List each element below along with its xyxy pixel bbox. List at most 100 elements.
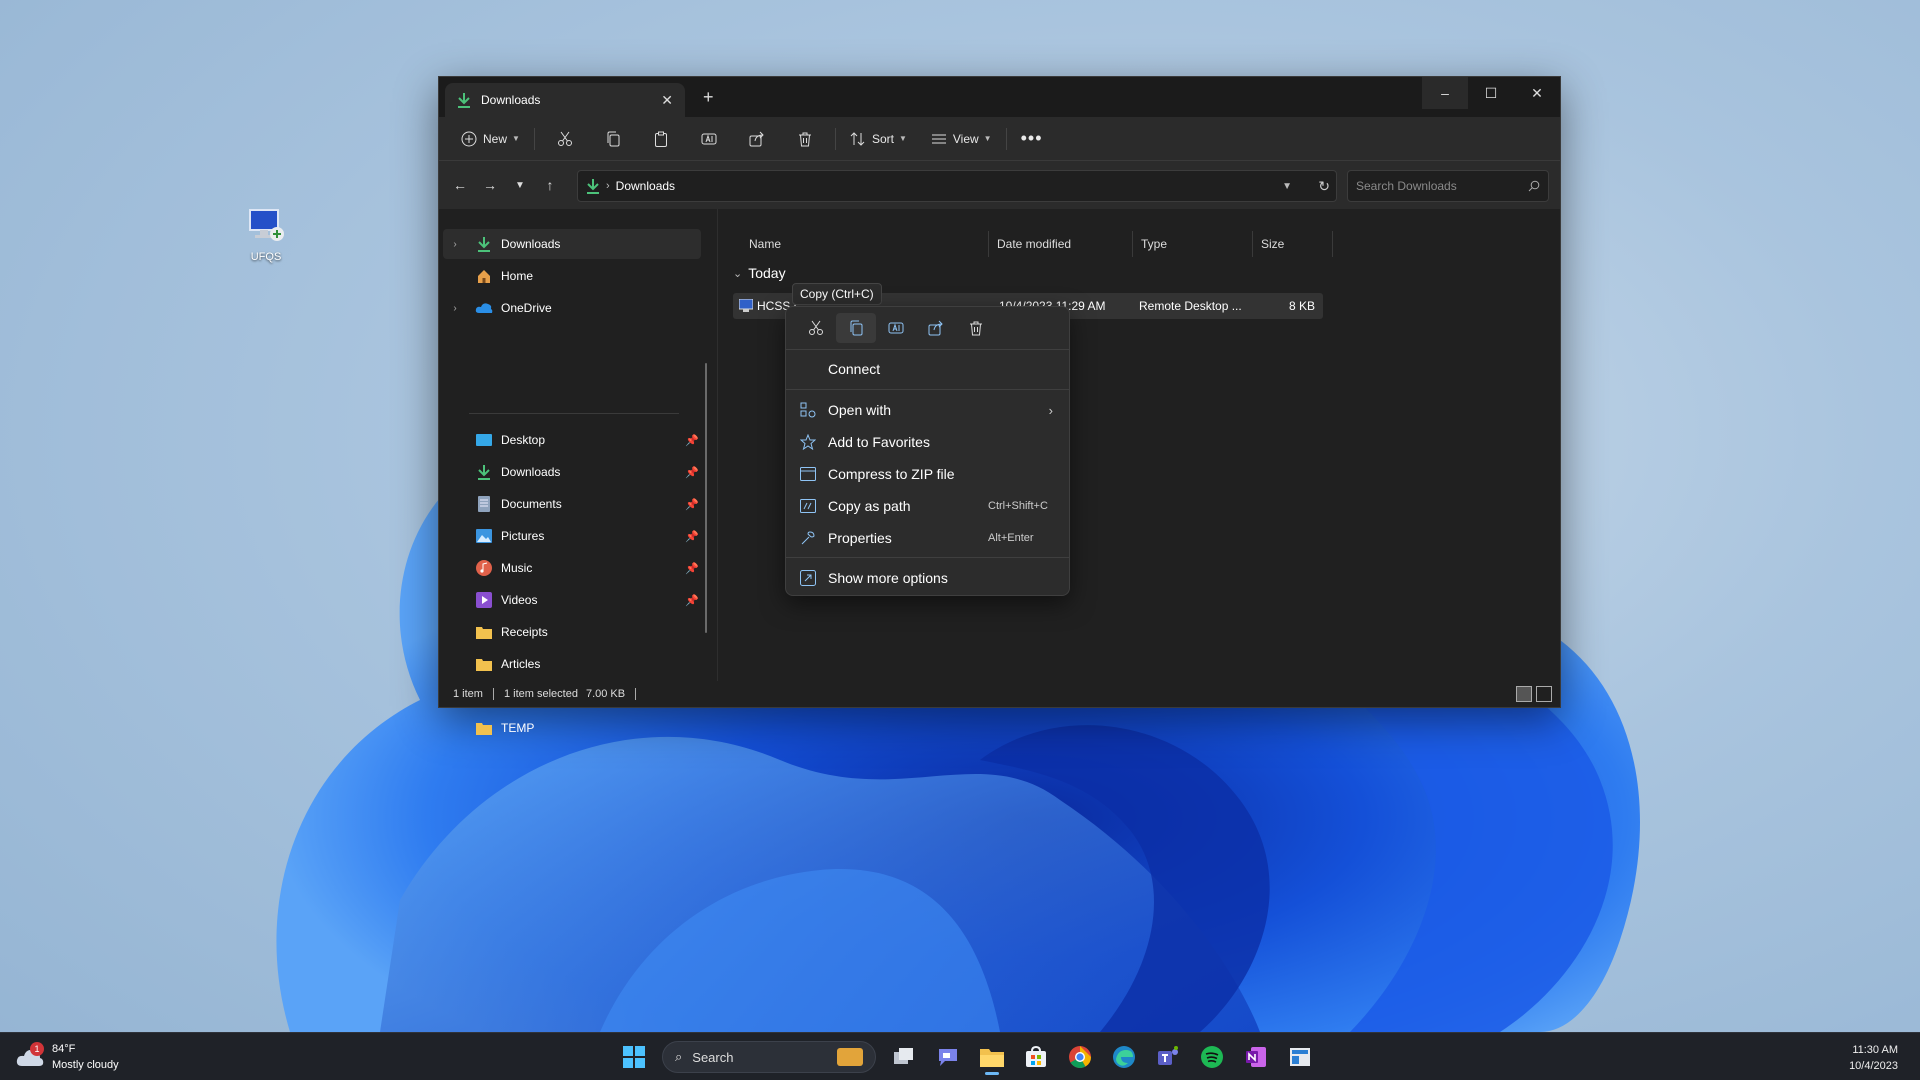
close-tab-icon[interactable]: ✕ [661, 92, 673, 109]
close-button[interactable]: ✕ [1514, 77, 1560, 109]
nav-item-home[interactable]: Home [443, 261, 701, 291]
chat-icon[interactable] [928, 1037, 968, 1077]
refresh-icon[interactable]: ↻ [1318, 178, 1330, 195]
selection-info: 1 item selected [503, 688, 578, 700]
pin-icon[interactable]: 📌 [685, 498, 699, 511]
ctx-properties[interactable]: Properties Alt+Enter [786, 523, 1069, 553]
ctx-open-with[interactable]: Open with › [786, 395, 1069, 425]
ctx-copy-button[interactable] [836, 313, 876, 343]
app-icon[interactable] [1280, 1037, 1320, 1077]
system-clock[interactable]: 11:30 AM 10/4/2023 [1849, 1042, 1898, 1074]
task-view-icon[interactable] [884, 1037, 924, 1077]
onenote-icon[interactable] [1236, 1037, 1276, 1077]
remote-desktop-icon [249, 209, 284, 241]
rename-icon [888, 322, 904, 334]
search-icon: ⌕ [675, 1049, 683, 1064]
ctx-cut-button[interactable] [796, 313, 836, 343]
column-header-date[interactable]: Date modified [989, 231, 1133, 257]
column-header-type[interactable]: Type [1133, 231, 1253, 257]
tiles-view-button[interactable] [1536, 686, 1552, 702]
breadcrumb-downloads[interactable]: Downloads [616, 179, 675, 193]
pin-icon[interactable]: 📌 [685, 530, 699, 543]
ctx-delete-button[interactable] [956, 313, 996, 343]
delete-button[interactable] [781, 123, 829, 155]
pin-icon[interactable]: 📌 [685, 466, 699, 479]
pin-icon[interactable]: 📌 [685, 594, 699, 607]
nav-item-videos[interactable]: Videos 📌 [443, 585, 701, 615]
tab-downloads[interactable]: Downloads ✕ [445, 83, 685, 117]
music-icon [475, 559, 493, 577]
nav-item-receipts[interactable]: Receipts [443, 617, 701, 647]
nav-item-desktop[interactable]: Desktop 📌 [443, 425, 701, 455]
view-button[interactable]: View ▼ [923, 123, 1000, 155]
view-toggles [1516, 686, 1552, 702]
nav-item-articles[interactable]: Articles [443, 649, 701, 679]
group-header-today[interactable]: ⌄ Today [733, 265, 786, 281]
chevron-right-icon: › [1048, 402, 1053, 418]
back-button[interactable]: ← [445, 170, 475, 200]
clock-date: 10/4/2023 [1849, 1060, 1898, 1072]
nav-item-documents[interactable]: Documents 📌 [443, 489, 701, 519]
search-input[interactable] [1356, 179, 1528, 193]
nav-item-downloads-pinned[interactable]: Downloads 📌 [443, 457, 701, 487]
ctx-connect[interactable]: Connect [786, 354, 1069, 384]
ctx-show-more-options[interactable]: Show more options [786, 563, 1069, 593]
copy-button[interactable] [589, 123, 637, 155]
file-explorer-icon[interactable] [972, 1037, 1012, 1077]
onedrive-cloud-icon [475, 299, 493, 317]
paste-button[interactable] [637, 123, 685, 155]
new-tab-button[interactable]: + [703, 87, 714, 108]
documents-icon [475, 495, 493, 513]
more-options-button[interactable]: ••• [1013, 123, 1051, 155]
context-menu: Connect Open with › Add to Favorites Com… [785, 306, 1070, 596]
maximize-button[interactable]: ☐ [1468, 77, 1514, 109]
ctx-share-button[interactable] [916, 313, 956, 343]
recent-locations-button[interactable]: ▼ [505, 170, 535, 200]
store-icon[interactable] [1016, 1037, 1056, 1077]
rename-button[interactable] [685, 123, 733, 155]
details-view-button[interactable] [1516, 686, 1532, 702]
spotify-icon[interactable] [1192, 1037, 1232, 1077]
search-box[interactable] [1347, 170, 1549, 202]
new-button[interactable]: New ▼ [453, 123, 528, 155]
nav-scrollbar[interactable] [705, 363, 707, 633]
ctx-divider [786, 557, 1069, 558]
start-icon[interactable] [614, 1037, 654, 1077]
weather-widget[interactable]: 1 84°F Mostly cloudy [16, 1041, 119, 1073]
minimize-button[interactable]: – [1422, 77, 1468, 109]
expand-icon[interactable]: › [443, 303, 467, 314]
cut-button[interactable] [541, 123, 589, 155]
ctx-rename-button[interactable] [876, 313, 916, 343]
forward-button[interactable]: → [475, 170, 505, 200]
sort-button[interactable]: Sort ▼ [842, 123, 915, 155]
address-dropdown-icon[interactable]: ▼ [1282, 181, 1292, 192]
expand-icon[interactable]: › [443, 239, 467, 250]
ctx-copy-as-path[interactable]: Copy as path Ctrl+Shift+C [786, 491, 1069, 521]
address-bar[interactable]: › Downloads ▼ ↻ [577, 170, 1337, 202]
plus-circle-icon [461, 131, 477, 146]
shortcut-label: Alt+Enter [988, 532, 1034, 544]
up-button[interactable]: ↑ [535, 170, 565, 200]
pin-icon[interactable]: 📌 [685, 434, 699, 447]
nav-item-music[interactable]: Music 📌 [443, 553, 701, 583]
taskbar-search[interactable]: ⌕ Search [662, 1041, 876, 1073]
share-button[interactable] [733, 123, 781, 155]
teams-icon[interactable] [1148, 1037, 1188, 1077]
nav-divider [469, 413, 679, 414]
nav-item-temp[interactable]: TEMP [443, 713, 701, 743]
ctx-add-favorites[interactable]: Add to Favorites [786, 427, 1069, 457]
desktop-icon-ufqs[interactable]: UFQS [238, 208, 294, 263]
weather-badge: 1 [30, 1042, 44, 1056]
edge-icon[interactable] [1104, 1037, 1144, 1077]
pin-icon[interactable]: 📌 [685, 562, 699, 575]
trash-icon [970, 321, 982, 336]
ctx-compress-zip[interactable]: Compress to ZIP file [786, 459, 1069, 489]
chrome-icon[interactable] [1060, 1037, 1100, 1077]
nav-item-pictures[interactable]: Pictures 📌 [443, 521, 701, 551]
download-arrow-icon [475, 235, 493, 253]
nav-item-downloads[interactable]: › Downloads [443, 229, 701, 259]
nav-item-onedrive[interactable]: › OneDrive [443, 293, 701, 323]
column-header-name[interactable]: Name [741, 231, 989, 257]
column-header-size[interactable]: Size [1253, 231, 1333, 257]
pane-splitter[interactable] [717, 209, 718, 683]
